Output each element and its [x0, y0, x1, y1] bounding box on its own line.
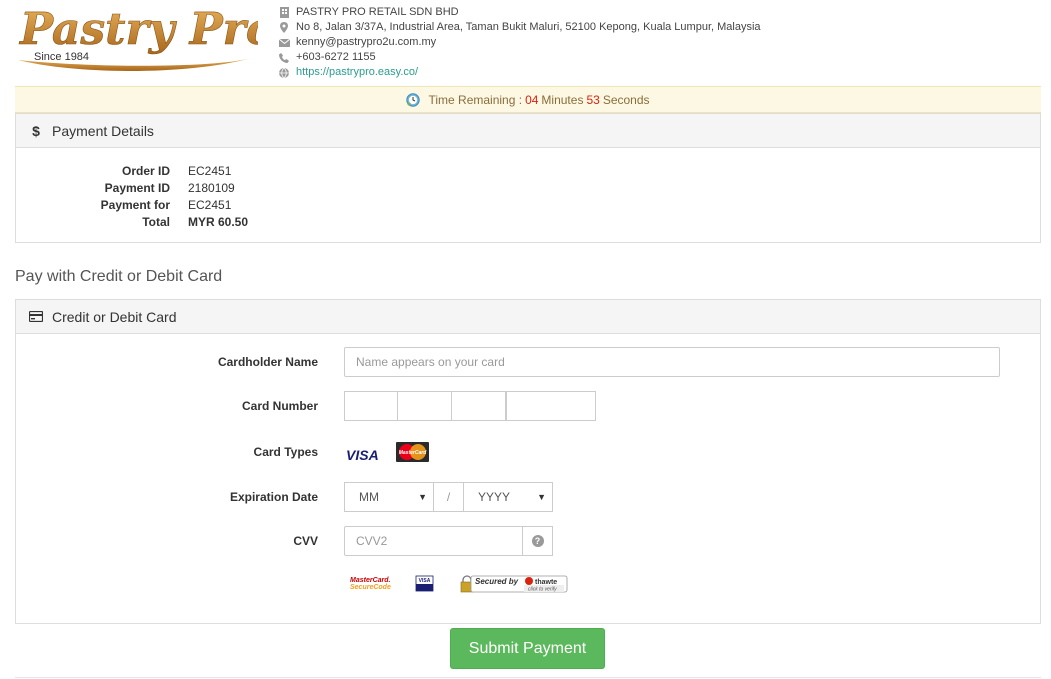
timer-prefix: Time Remaining :	[428, 92, 523, 107]
card-number-part-1[interactable]	[344, 391, 398, 421]
expiration-month-value: MM	[359, 490, 379, 504]
thawte-seal[interactable]: Secured by thawte click to verify	[460, 575, 568, 593]
company-name: PASTRY PRO RETAIL SDN BHD	[296, 6, 459, 18]
detail-label: Payment for	[100, 197, 170, 212]
caret-down-icon: ▼	[418, 492, 427, 502]
company-info: PASTRY PRO RETAIL SDN BHD No 8, Jalan 3/…	[278, 5, 761, 80]
clock-icon	[406, 92, 421, 107]
card-number-row: Card Number	[16, 391, 1042, 421]
detail-row-payment-for: Payment for EC2451	[16, 196, 248, 213]
card-number-part-2[interactable]	[398, 391, 452, 421]
thawte-line-1: Secured by	[475, 577, 519, 586]
card-type-logos: VISA MasterCard	[346, 442, 429, 463]
expiration-label: Expiration Date	[229, 490, 318, 504]
expiration-month-select[interactable]: MM ▼	[344, 482, 434, 512]
credit-card-panel: Credit or Debit Card Cardholder Name Nam…	[15, 299, 1041, 624]
time-remaining-bar: Time Remaining : 04 Minutes 53 Seconds	[15, 86, 1041, 113]
detail-row-total: Total MYR 60.50	[16, 213, 248, 230]
detail-row-payment-id: Payment ID 2180109	[16, 179, 248, 196]
cardholder-row: Cardholder Name Name appears on your car…	[16, 347, 1042, 377]
detail-row-order-id: Order ID EC2451	[16, 162, 248, 179]
company-phone: +603-6272 1155	[296, 51, 376, 63]
detail-value: EC2451	[188, 163, 232, 178]
globe-icon	[278, 67, 290, 79]
thawte-brand: thawte	[535, 579, 557, 586]
timer-seconds-label: Seconds	[602, 92, 650, 107]
expiration-slash: /	[434, 482, 463, 512]
footer-divider	[15, 677, 1041, 678]
cvv-label: CVV	[293, 534, 318, 548]
company-address: No 8, Jalan 3/37A, Industrial Area, Tama…	[296, 21, 761, 33]
expiration-year-select[interactable]: YYYY ▼	[463, 482, 553, 512]
visa-logo: VISA	[346, 447, 379, 463]
logo-wordmark: Pastry Pro	[18, 4, 258, 55]
timer-minutes-label: Minutes	[541, 92, 584, 107]
pastry-pro-logo: Pastry Pro Since 1984	[14, 2, 276, 78]
cvv-row: CVV CVV2 ?	[16, 526, 1042, 556]
verified-visa-text: VISA	[419, 578, 431, 584]
card-number-part-3[interactable]	[452, 391, 506, 421]
credit-card-icon	[28, 309, 44, 325]
company-website-link[interactable]: https://pastrypro.easy.co/	[296, 65, 418, 80]
detail-value-total: MYR 60.50	[188, 214, 249, 229]
timer-minutes: 04	[525, 92, 539, 107]
card-types-label: Card Types	[253, 445, 318, 459]
payment-details-header: $ Payment Details	[16, 114, 1040, 148]
payment-details-title: Payment Details	[52, 122, 154, 139]
detail-value: EC2451	[188, 197, 232, 212]
question-circle-icon: ?	[531, 535, 544, 547]
thawte-line-2: click to verify	[528, 587, 557, 593]
payment-details-list: Order ID EC2451 Payment ID 2180109 Payme…	[16, 162, 248, 230]
mastercard-logo-text: MasterCard	[399, 450, 427, 456]
cvv-input[interactable]: CVV2	[344, 526, 523, 556]
detail-label: Total	[142, 214, 170, 229]
card-number-part-4[interactable]	[506, 391, 596, 421]
detail-label: Payment ID	[104, 180, 170, 195]
company-email: kenny@pastrypro2u.com.my	[296, 36, 437, 48]
securecode-line-2: SecureCode	[350, 584, 391, 591]
payment-details-panel: $ Payment Details Order ID EC2451 Paymen…	[15, 113, 1041, 243]
timer-seconds: 53	[586, 92, 600, 107]
card-types-row: Card Types VISA MasterCard	[16, 437, 1042, 467]
cardholder-name-input[interactable]: Name appears on your card	[344, 347, 1000, 377]
submit-payment-button[interactable]: Submit Payment	[450, 628, 605, 669]
caret-down-icon: ▼	[537, 492, 546, 502]
pay-with-heading: Pay with Credit or Debit Card	[15, 268, 223, 285]
credit-card-header: Credit or Debit Card	[16, 300, 1040, 334]
detail-value: 2180109	[188, 180, 235, 195]
phone-icon	[278, 52, 290, 64]
cvv-help-button[interactable]: ?	[523, 526, 553, 556]
verified-by-visa-logo: VISA	[415, 575, 434, 592]
mastercard-securecode-logo: MasterCard. SecureCode	[350, 577, 391, 591]
card-number-label: Card Number	[241, 399, 318, 413]
expiration-year-value: YYYY	[478, 490, 511, 504]
detail-label: Order ID	[121, 163, 170, 178]
dollar-icon: $	[32, 122, 40, 139]
cardholder-label: Cardholder Name	[217, 355, 318, 369]
merchant-header: Pastry Pro Since 1984 PASTRY PRO RETAIL …	[0, 0, 1051, 85]
security-logos-row: MasterCard. SecureCode VISA Secured by t…	[16, 572, 1042, 596]
credit-card-title: Credit or Debit Card	[52, 308, 177, 325]
building-icon	[278, 7, 290, 19]
securecode-line-1: MasterCard.	[350, 577, 391, 584]
map-marker-icon	[278, 22, 290, 34]
expiration-row: Expiration Date MM ▼ / YYYY ▼	[16, 482, 1042, 512]
envelope-icon	[278, 37, 290, 49]
logo-since: Since 1984	[34, 51, 89, 63]
security-logos: MasterCard. SecureCode VISA Secured by t…	[350, 575, 568, 593]
